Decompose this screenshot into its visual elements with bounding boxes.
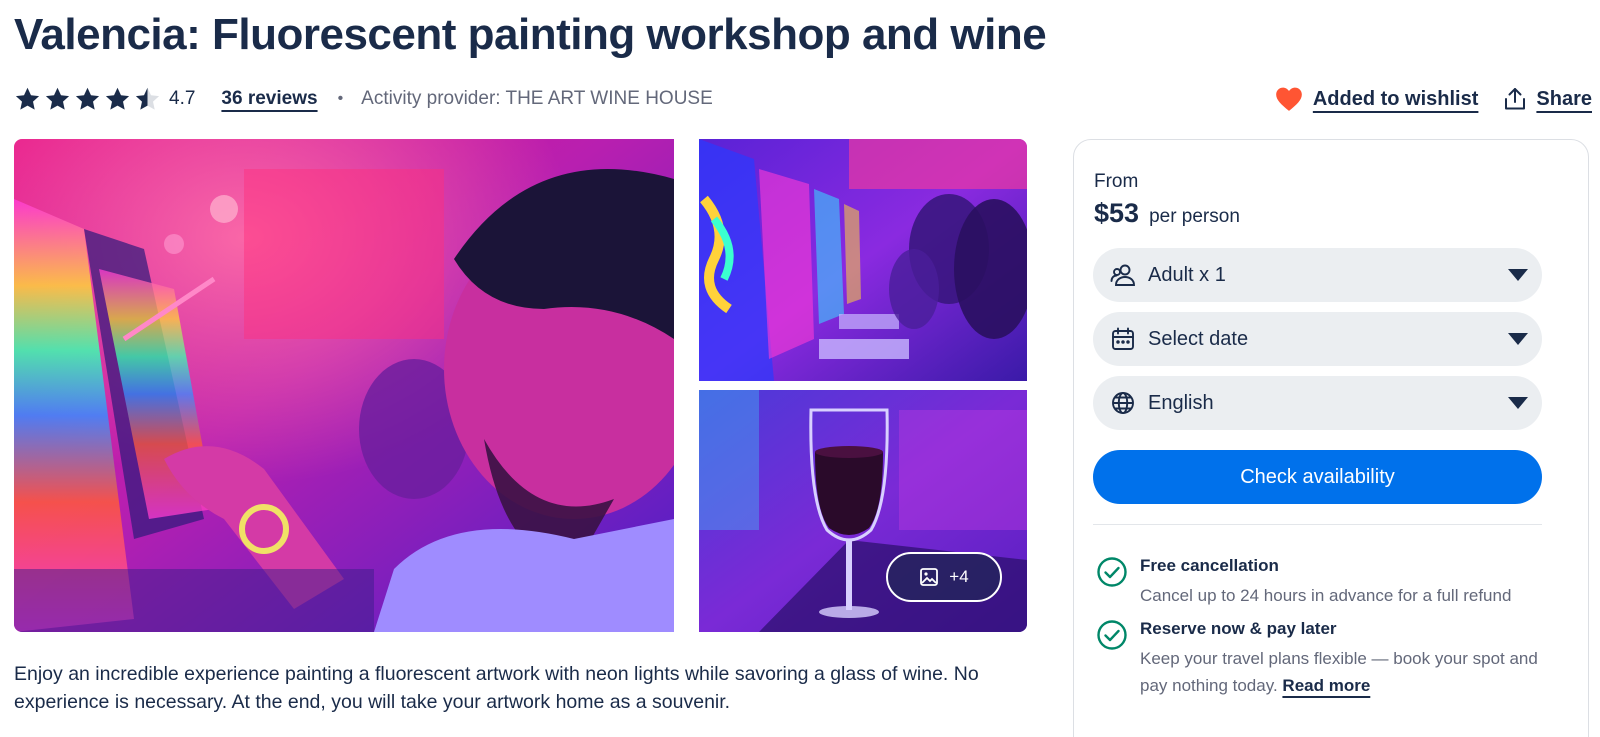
page-title: Valencia: Fluorescent painting workshop … xyxy=(14,10,1047,59)
more-photos-count: +4 xyxy=(949,567,969,586)
date-select[interactable]: Select date xyxy=(1093,312,1542,366)
activity-meta: 4.7 36 reviews • Activity provider: THE … xyxy=(14,84,713,114)
star-icon xyxy=(15,87,40,110)
benefit-title: Free cancellation xyxy=(1140,556,1279,575)
heart-icon xyxy=(1276,87,1302,111)
card-divider xyxy=(1093,524,1542,525)
language-value: English xyxy=(1148,391,1214,414)
benefit-text-wrap: Keep your travel plans flexible — book y… xyxy=(1140,645,1550,699)
star-half-icon xyxy=(135,87,160,110)
date-value: Select date xyxy=(1148,327,1249,350)
price-value: $53 xyxy=(1094,198,1140,228)
reviews-link[interactable]: 36 reviews xyxy=(221,88,317,110)
globe-icon xyxy=(1110,390,1136,416)
booking-card: From $53 per person Adult x 1 Select dat… xyxy=(1073,139,1589,737)
chevron-down-icon xyxy=(1508,397,1528,409)
star-rating xyxy=(14,86,161,113)
calendar-icon xyxy=(1110,326,1136,352)
main-photo[interactable] xyxy=(14,139,674,632)
wishlist-button[interactable]: Added to wishlist xyxy=(1275,86,1479,112)
more-photos-button[interactable]: +4 xyxy=(886,552,1002,602)
price-from-label: From xyxy=(1094,171,1139,192)
chevron-down-icon xyxy=(1508,269,1528,281)
share-icon xyxy=(1505,88,1526,110)
chevron-down-icon xyxy=(1508,333,1528,345)
participants-icon xyxy=(1110,262,1136,288)
easels-photo xyxy=(699,139,1027,381)
wishlist-label: Added to wishlist xyxy=(1312,87,1479,110)
painting-photo xyxy=(14,139,674,632)
check-availability-button[interactable]: Check availability xyxy=(1093,450,1542,504)
header-actions: Added to wishlist Share xyxy=(1275,84,1592,114)
benefit-text: Cancel up to 24 hours in advance for a f… xyxy=(1140,586,1512,605)
photo-wine[interactable]: +4 xyxy=(699,390,1027,632)
read-more-link[interactable]: Read more xyxy=(1282,676,1370,695)
price-row: $53 per person xyxy=(1094,198,1240,229)
image-icon xyxy=(920,568,939,586)
star-icon xyxy=(105,87,130,110)
meta-separator: • xyxy=(337,90,344,107)
benefit-title: Reserve now & pay later xyxy=(1140,619,1337,638)
participants-select[interactable]: Adult x 1 xyxy=(1093,248,1542,302)
price-unit: per person xyxy=(1149,206,1240,227)
language-select[interactable]: English xyxy=(1093,376,1542,430)
participants-value: Adult x 1 xyxy=(1148,263,1226,286)
photo-easels[interactable] xyxy=(699,139,1027,381)
check-circle-icon xyxy=(1097,620,1127,650)
share-label: Share xyxy=(1536,87,1592,110)
share-button[interactable]: Share xyxy=(1504,87,1592,111)
activity-provider: Activity provider: THE ART WINE HOUSE xyxy=(361,88,713,109)
star-icon xyxy=(45,87,70,110)
star-icon xyxy=(75,87,100,110)
rating-value: 4.7 xyxy=(169,88,196,109)
check-circle-icon xyxy=(1097,557,1127,587)
activity-description: Enjoy an incredible experience painting … xyxy=(14,663,979,713)
